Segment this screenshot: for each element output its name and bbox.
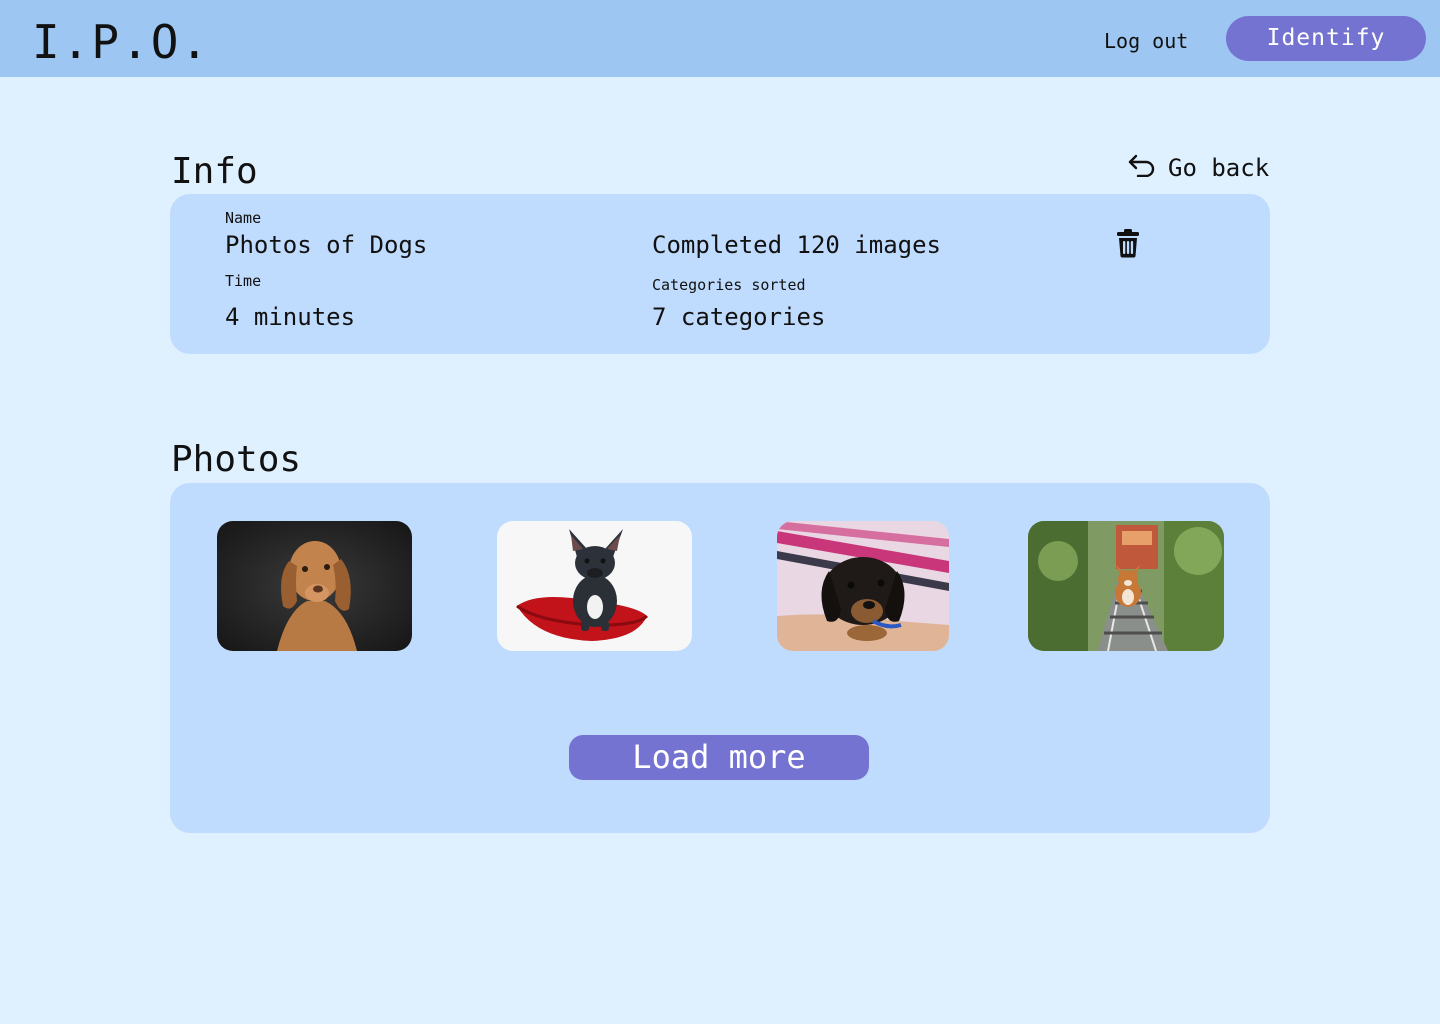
- undo-arrow-icon: [1128, 153, 1156, 183]
- photo-thumbnail-3[interactable]: [777, 521, 949, 651]
- photo-thumbnail-2[interactable]: [497, 521, 692, 651]
- trash-icon[interactable]: [1115, 228, 1141, 258]
- photo-thumbnail-1[interactable]: [217, 521, 412, 651]
- info-panel: Name Photos of Dogs Completed 120 images…: [170, 194, 1270, 354]
- identify-button[interactable]: Identify: [1226, 16, 1426, 61]
- photos-panel: Load more: [170, 483, 1270, 833]
- info-title: Info: [171, 151, 258, 192]
- time-value: 4 minutes: [225, 303, 356, 331]
- photo-thumbnail-4[interactable]: [1028, 521, 1224, 651]
- photos-title: Photos: [171, 439, 302, 480]
- top-bar: I.P.O. Log out Identify: [0, 0, 1440, 77]
- go-back-button[interactable]: Go back: [1128, 150, 1269, 186]
- go-back-label: Go back: [1168, 154, 1270, 182]
- name-label: Name: [225, 209, 262, 227]
- completed-count: Completed 120 images: [652, 231, 941, 259]
- time-label: Time: [225, 272, 262, 290]
- app-logo[interactable]: I.P.O.: [32, 14, 210, 70]
- logout-link[interactable]: Log out: [1104, 26, 1188, 56]
- load-more-button[interactable]: Load more: [569, 735, 869, 780]
- categories-label: Categories sorted: [652, 276, 806, 294]
- name-value: Photos of Dogs: [225, 231, 428, 259]
- categories-value: 7 categories: [652, 303, 826, 331]
